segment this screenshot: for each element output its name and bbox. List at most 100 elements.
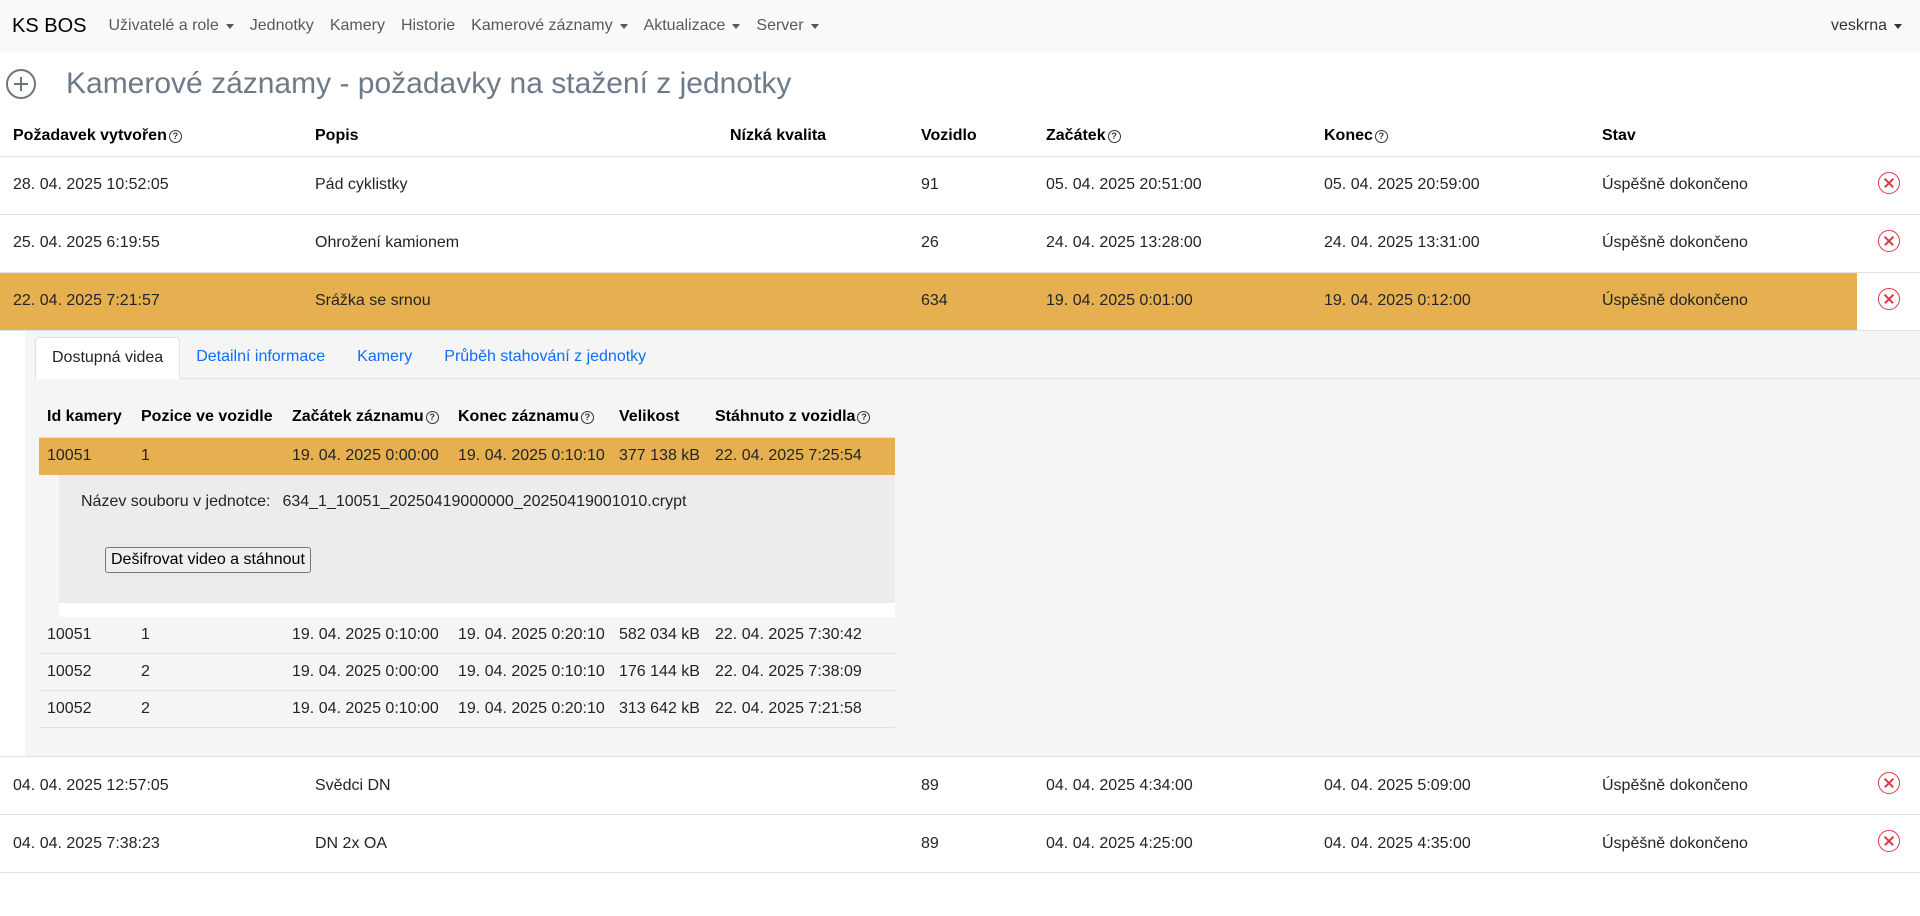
detail-row: Dostupná videa Detailní informace Kamery… [0, 330, 1920, 757]
cell-action [1857, 814, 1920, 873]
header-low-quality[interactable]: Nízká kvalita [717, 116, 908, 157]
chevron-down-icon [225, 23, 234, 29]
tab-detail-info[interactable]: Detailní informace [180, 336, 341, 378]
header-start[interactable]: Začátek? [1033, 116, 1311, 157]
detail-tabs: Dostupná videa Detailní informace Kamery… [35, 336, 1920, 379]
table-row[interactable]: 04. 04. 2025 7:38:23 DN 2x OA 89 04. 04.… [0, 814, 1920, 873]
header-vehicle[interactable]: Vozidlo [908, 116, 1033, 157]
file-detail-cell: Název souboru v jednotce: 634_1_10051_202… [39, 474, 895, 617]
video-row-selected[interactable]: 10051 1 19. 04. 2025 0:00:00 19. 04. 202… [39, 437, 895, 475]
tab-cameras[interactable]: Kamery [341, 336, 428, 378]
video-row[interactable]: 10051 1 19. 04. 2025 0:10:00 19. 04. 202… [39, 616, 895, 654]
cell-action [1857, 756, 1920, 815]
cell-rec-start: 19. 04. 2025 0:00:00 [284, 653, 450, 691]
table-header-row: Požadavek vytvořen? Popis Nízká kvalita … [0, 116, 1920, 157]
table-row[interactable]: 04. 04. 2025 12:57:05 Svědci DN 89 04. 0… [0, 756, 1920, 815]
cell-rec-start: 19. 04. 2025 0:10:00 [284, 616, 450, 654]
table-row[interactable]: 25. 04. 2025 6:19:55 Ohrožení kamionem 2… [0, 214, 1920, 273]
cell-low-quality [717, 756, 908, 815]
nav-server[interactable]: Server [756, 17, 819, 35]
cell-rec-end: 19. 04. 2025 0:10:10 [450, 653, 611, 691]
cell-end: 05. 04. 2025 20:59:00 [1311, 156, 1589, 215]
header-rec-end[interactable]: Konec záznamu? [450, 397, 611, 438]
chevron-down-icon [619, 23, 628, 29]
cell-camera-id: 10052 [39, 690, 133, 728]
cell-start: 19. 04. 2025 0:01:00 [1033, 272, 1311, 331]
cell-downloaded: 22. 04. 2025 7:25:54 [707, 437, 895, 475]
chevron-down-icon [810, 23, 819, 29]
close-circle-icon[interactable] [1877, 287, 1900, 310]
cell-downloaded: 22. 04. 2025 7:30:42 [707, 616, 895, 654]
user-menu[interactable]: veskrna [1831, 0, 1902, 52]
cell-vehicle: 89 [908, 756, 1033, 815]
help-icon[interactable]: ? [580, 411, 594, 425]
cell-size: 582 034 kB [611, 616, 707, 654]
page-header: Kamerové záznamy - požadavky na stažení … [0, 52, 1920, 116]
header-camera-id[interactable]: Id kamery [39, 397, 133, 438]
header-position[interactable]: Pozice ve vozidle [133, 397, 284, 438]
nav-camera-records[interactable]: Kamerové záznamy [471, 17, 628, 35]
decrypt-download-button[interactable]: Dešifrovat video a stáhnout [105, 546, 311, 573]
tab-available-videos[interactable]: Dostupná videa [35, 336, 181, 379]
cell-start: 04. 04. 2025 4:34:00 [1033, 756, 1311, 815]
cell-rec-end: 19. 04. 2025 0:10:10 [450, 437, 611, 475]
help-icon[interactable]: ? [1107, 129, 1121, 143]
cell-description: Srážka se srnou [302, 272, 717, 331]
file-name-label: Název souboru v jednotce: [81, 492, 271, 510]
cell-low-quality [717, 272, 908, 331]
cell-camera-id: 10051 [39, 616, 133, 654]
close-circle-icon[interactable] [1877, 772, 1900, 794]
close-circle-icon[interactable] [1877, 229, 1900, 252]
cell-created: 04. 04. 2025 7:38:23 [0, 814, 302, 873]
nav-cameras[interactable]: Kamery [330, 17, 385, 35]
video-row[interactable]: 10052 2 19. 04. 2025 0:00:00 19. 04. 202… [39, 653, 895, 691]
cell-end: 24. 04. 2025 13:31:00 [1311, 214, 1589, 273]
cell-downloaded: 22. 04. 2025 7:38:09 [707, 653, 895, 691]
cell-start: 04. 04. 2025 4:25:00 [1033, 814, 1311, 873]
cell-status: Úspěšně dokončeno [1589, 214, 1857, 273]
header-actions [1857, 116, 1920, 157]
header-size[interactable]: Velikost [611, 397, 707, 438]
cell-position: 1 [133, 437, 284, 475]
cell-downloaded: 22. 04. 2025 7:21:58 [707, 690, 895, 728]
header-created[interactable]: Požadavek vytvořen? [0, 116, 302, 157]
help-icon[interactable]: ? [425, 411, 439, 425]
cell-rec-start: 19. 04. 2025 0:00:00 [284, 437, 450, 475]
cell-description: DN 2x OA [302, 814, 717, 873]
cell-rec-end: 19. 04. 2025 0:20:10 [450, 616, 611, 654]
nav-updates[interactable]: Aktualizace [644, 17, 741, 35]
nav-history[interactable]: Historie [401, 17, 455, 35]
close-circle-icon[interactable] [1877, 171, 1900, 194]
help-icon[interactable]: ? [168, 129, 182, 143]
cell-action [1857, 272, 1920, 331]
cell-low-quality [717, 156, 908, 215]
help-icon[interactable]: ? [857, 411, 871, 425]
header-status[interactable]: Stav [1589, 116, 1857, 157]
cell-created: 22. 04. 2025 7:21:57 [0, 272, 302, 331]
brand[interactable]: KS BOS [12, 15, 86, 38]
header-end[interactable]: Konec? [1311, 116, 1589, 157]
cell-start: 24. 04. 2025 13:28:00 [1033, 214, 1311, 273]
header-downloaded[interactable]: Stáhnuto z vozidla? [707, 397, 895, 438]
cell-description: Svědci DN [302, 756, 717, 815]
file-name-line: Název souboru v jednotce: 634_1_10051_202… [81, 493, 895, 511]
plus-circle-icon[interactable] [6, 69, 36, 99]
header-description[interactable]: Popis [302, 116, 717, 157]
cell-position: 2 [133, 653, 284, 691]
cell-rec-start: 19. 04. 2025 0:10:00 [284, 690, 450, 728]
cell-vehicle: 89 [908, 814, 1033, 873]
nav-users-roles[interactable]: Uživatelé a role [108, 17, 234, 35]
cell-end: 04. 04. 2025 5:09:00 [1311, 756, 1589, 815]
table-row-selected[interactable]: 22. 04. 2025 7:21:57 Srážka se srnou 634… [0, 272, 1920, 331]
cell-status: Úspěšně dokončeno [1589, 756, 1857, 815]
tab-download-progress[interactable]: Průběh stahování z jednotky [428, 336, 662, 378]
table-row[interactable]: 28. 04. 2025 10:52:05 Pád cyklistky 91 0… [0, 156, 1920, 215]
help-icon[interactable]: ? [1374, 129, 1388, 143]
video-row[interactable]: 10052 2 19. 04. 2025 0:10:00 19. 04. 202… [39, 690, 895, 728]
cell-end: 04. 04. 2025 4:35:00 [1311, 814, 1589, 873]
close-circle-icon[interactable] [1877, 830, 1900, 852]
nav-units[interactable]: Jednotky [250, 17, 314, 35]
cell-size: 176 144 kB [611, 653, 707, 691]
header-rec-start[interactable]: Začátek záznamu? [284, 397, 450, 438]
cell-status: Úspěšně dokončeno [1589, 156, 1857, 215]
